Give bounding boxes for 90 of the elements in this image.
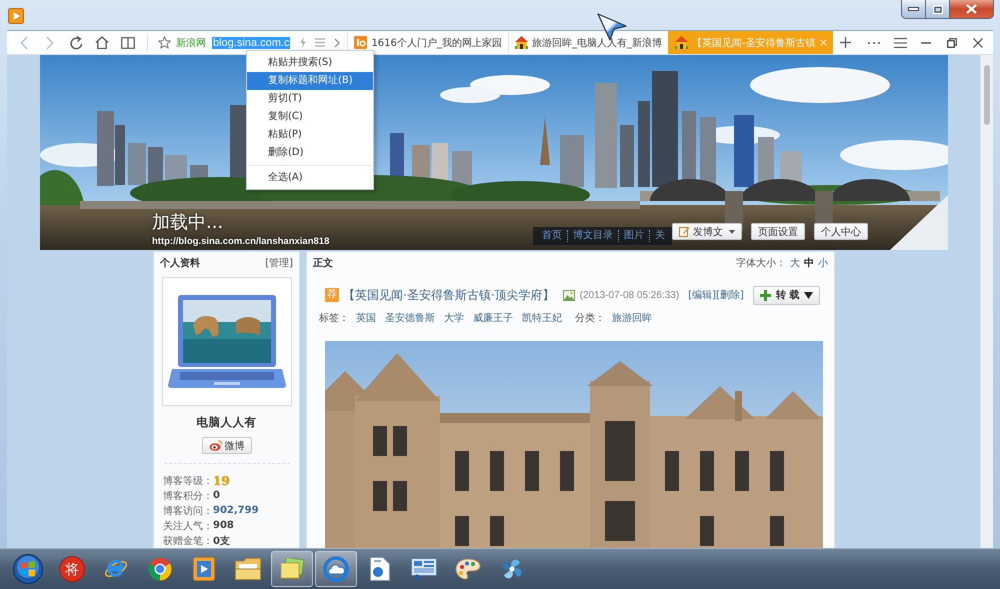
recommend-badge: 荐 — [325, 288, 339, 302]
house-icon — [674, 36, 688, 49]
panel-title: 个人资料 — [160, 256, 200, 270]
menu-item[interactable]: 复制标题和网址(B) — [247, 72, 373, 90]
document-icon[interactable] — [370, 557, 390, 581]
image-icon — [562, 290, 575, 300]
menu-item[interactable]: 复制(C) — [247, 108, 373, 126]
pinwheel-icon[interactable] — [500, 557, 524, 581]
cloud-logo-icon[interactable] — [323, 556, 349, 582]
tag-link[interactable]: 凯特王妃 — [522, 311, 562, 325]
stat-value: 902,799 — [213, 505, 259, 516]
maximize-icon — [932, 4, 942, 14]
star-icon[interactable] — [158, 36, 170, 49]
font-size-option[interactable]: 大 — [790, 256, 800, 270]
site-name: 新浪网 — [176, 36, 206, 50]
action-link[interactable]: [删除] — [716, 288, 744, 302]
stat-value: 0 — [213, 490, 220, 501]
banner-button[interactable]: 页面设置 — [751, 223, 805, 240]
tag-link[interactable]: 英国 — [356, 311, 376, 325]
stat-value: 19 — [213, 474, 230, 488]
stat-value: 0支 — [213, 534, 230, 548]
font-size-label: 字体大小： — [736, 256, 786, 270]
home-icon[interactable] — [95, 36, 109, 49]
chess-app-icon[interactable]: 将 — [59, 556, 85, 582]
plus-icon — [760, 290, 771, 300]
font-size-option[interactable]: 小 — [818, 256, 828, 270]
menu-item[interactable]: 全选(A) — [247, 169, 373, 187]
section-title: 正文 — [313, 256, 333, 270]
palette-icon[interactable] — [455, 558, 481, 580]
close-icon — [966, 4, 977, 14]
article-title: 【英国见闻·圣安得鲁斯古镇·顶尖学府】 — [343, 286, 555, 304]
blog-url: http://blog.sina.com.cn/lanshanxian818 — [152, 236, 330, 248]
banner-button[interactable]: 发博文 — [672, 223, 742, 240]
tag-link[interactable]: 圣安德鲁斯 — [385, 311, 435, 325]
control-panel-icon[interactable] — [411, 558, 437, 580]
chevron-icon[interactable] — [334, 38, 340, 48]
action-link[interactable]: [编辑] — [688, 288, 716, 302]
blogger-name: 电脑人人有 — [196, 415, 256, 429]
sticky-notes-icon[interactable] — [280, 558, 304, 580]
house-icon — [514, 36, 528, 49]
category-label: 分类： — [575, 312, 605, 325]
eye-logo-icon — [208, 440, 222, 451]
app-icon — [8, 8, 24, 24]
menu-item[interactable]: 粘贴(P) — [247, 126, 373, 144]
stat-label: 关注人气： — [163, 520, 213, 532]
caret-icon — [804, 292, 814, 298]
stat-label: 博客访问： — [163, 504, 213, 518]
nav-link[interactable]: 图片 — [618, 230, 649, 242]
repost-button[interactable]: 转 载 — [752, 286, 820, 304]
address-field[interactable]: blog.sina.com.c — [212, 36, 290, 48]
start-orb-icon[interactable] — [13, 554, 43, 584]
menu-item[interactable]: 剪切(T) — [247, 90, 373, 108]
book-icon[interactable] — [121, 36, 135, 48]
menu-item[interactable]: 删除(D) — [247, 144, 373, 162]
tags-label: 标签： — [319, 312, 349, 325]
tag-link[interactable]: 威廉王子 — [473, 311, 513, 325]
scrollbar-thumb[interactable] — [984, 65, 990, 125]
menu-item[interactable]: 粘贴并搜索(S) — [247, 54, 373, 72]
stat-label: 博客等级： — [163, 474, 213, 488]
close-button[interactable] — [949, 0, 994, 19]
restore-icon[interactable] — [947, 38, 957, 48]
font-size-option[interactable]: 中 — [804, 256, 814, 270]
minimize-button[interactable] — [901, 0, 925, 19]
close-icon[interactable] — [973, 38, 983, 48]
stat-label: 博客积分： — [163, 490, 213, 502]
round-logo-icon[interactable] — [148, 557, 172, 581]
tag-link[interactable]: 大学 — [444, 311, 464, 325]
loading-text: 加载中... — [152, 212, 224, 234]
banner-button[interactable]: 个人中心 — [814, 223, 868, 240]
scrollbar[interactable] — [980, 55, 993, 548]
media-player-icon[interactable] — [193, 557, 215, 581]
post-date: (2013-07-08 05:26:33) — [580, 290, 680, 300]
taskbar-button[interactable] — [271, 551, 313, 587]
reload-icon[interactable] — [70, 36, 82, 50]
nav-link[interactable]: 首页 — [537, 230, 567, 242]
minimize-icon[interactable] — [921, 42, 931, 44]
plus-icon[interactable] — [840, 37, 851, 48]
folder-icon[interactable] — [235, 558, 261, 580]
stat-value: 908 — [213, 520, 234, 531]
taskbar-button[interactable] — [315, 551, 357, 587]
menu-icon[interactable] — [894, 38, 906, 48]
weibo-button[interactable]: 微博 — [202, 437, 252, 454]
category-link[interactable]: 旅游回眸 — [612, 311, 652, 325]
manage-link[interactable]: [管理] — [265, 256, 293, 270]
nav-link[interactable]: 博文目录 — [567, 230, 618, 242]
nav-link[interactable]: 关 — [649, 230, 670, 242]
minimize-icon — [908, 7, 919, 11]
maximize-button[interactable] — [925, 0, 949, 19]
edit-icon — [679, 226, 690, 237]
stat-label: 获赠金笔： — [163, 534, 213, 548]
